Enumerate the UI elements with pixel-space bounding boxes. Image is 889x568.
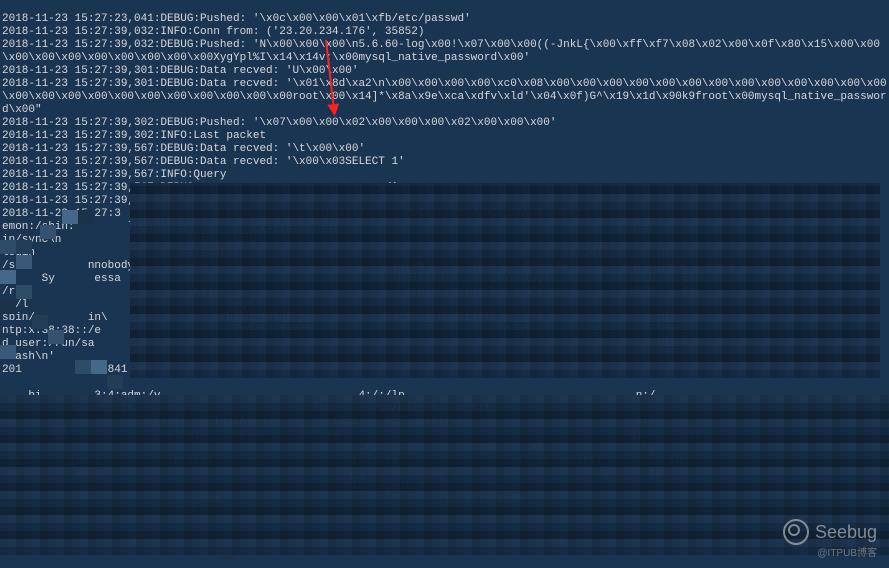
log-line: login sbin/ .1000:Cloud Us n/ /b tp bbox=[2, 468, 662, 480]
log-line: 2018-11-23 15:27:39,567:DEBUG:Data recve… bbox=[2, 156, 405, 168]
log-line: 2018-11-23 15:27:23,041:DEBUG:Pushed: '\… bbox=[2, 13, 471, 25]
terminal-output: 2018-11-23 15:27:23,041:DEBUG:Pushed: '\… bbox=[0, 0, 889, 568]
log-line: login r:/root:/ :x:14:5 p: bbox=[2, 247, 675, 259]
log-line: own:/sbin own\n :/sbi in/halt\n x:8:1 bbox=[2, 403, 623, 415]
log-line: /sb nnobody 99:No ystem 192: temd Ne ent… bbox=[2, 260, 735, 272]
log-line: : /nologin\ nd-ne .19?.sv gin\ 81 bbox=[2, 429, 702, 441]
log-line: :/root: login\nga :12:1 r:/games:/sb s:x bbox=[2, 416, 656, 428]
log-line: 2018-11-23 15:27:39,302:DEBUG:Pushed: '\… bbox=[2, 117, 557, 129]
log-line: 2018-11-23 15:27:39,032:INFO:Conn from: … bbox=[2, 26, 424, 38]
log-line: 2018-11-23 15:27:39,567:INFO:Query bbox=[2, 169, 226, 181]
log-line: ar/l lege- :8 s:/ bbox=[2, 299, 708, 311]
log-line: rpc:x:65 umon NF /r rp bbox=[2, 442, 656, 454]
log-line: 2018-11-23 15:27:39,032:DEBUG:Pushed: 'N… bbox=[2, 39, 880, 64]
log-line: ./hom :1002::/home bbox=[2, 494, 656, 506]
log-line: /r rvic lchin./nhfandmut\nnfsnobod :6553… bbox=[2, 286, 695, 298]
log-line: 2018-11-23 15:27:39,567:DEBUG:Data recve… bbox=[2, 143, 365, 155]
watermark: Seebug @ITPUB博客 bbox=[783, 519, 877, 560]
log-line: 2018-11-23 15:27:39, bbox=[2, 195, 134, 207]
log-line: 2018-11-23 15:27:39,301:DEBUG:Data recve… bbox=[2, 78, 887, 116]
log-line: ntp:x:38:38::/e :994:Datadog dsol /.1002… bbox=[2, 325, 689, 337]
log-line: fs. gin\n :Privil ty/sshd login\npostfi … bbox=[2, 455, 682, 467]
log-line bbox=[2, 377, 623, 389]
log-line: 2018-11-23 15:27:39,301:DEBUG:Data recve… bbox=[2, 65, 358, 77]
log-line: emon:/sbin: login\nad ./var/adm:/sb 5:0:… bbox=[2, 221, 682, 233]
log-line: :8 Sy essa for polkitd:/ in/nologi 2:32:… bbox=[2, 273, 702, 285]
watermark-sub: @ITPUB博客 bbox=[817, 547, 877, 560]
log-line: 2018-11-23 15:27:3 5:root :0:root:/ /bin… bbox=[2, 208, 708, 220]
log-line: in/sync\n sbin:/sbin/ bbox=[2, 234, 675, 246]
watermark-text: Seebug bbox=[815, 526, 877, 539]
log-line: log-agent:/ : \nsas bbox=[2, 481, 649, 493]
log-line: n' bbox=[2, 507, 15, 519]
log-line: sbin/ in\ r /nologin\nsupe datadog-agent… bbox=[2, 312, 669, 324]
log-line: 2018-11-23 15:27:39,302:INFO:Last packet bbox=[2, 130, 266, 142]
seebug-logo-icon bbox=[783, 519, 809, 545]
log-line: d user:/run/sa :/bin bbox=[2, 338, 682, 350]
